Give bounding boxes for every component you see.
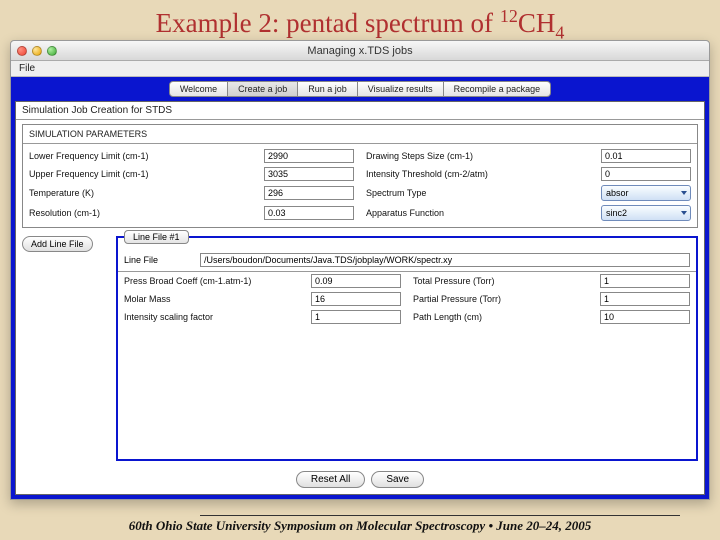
input-lower-freq[interactable]	[264, 149, 354, 163]
select-line-file-type[interactable]: Line File	[124, 255, 194, 265]
label-spectrum-type: Spectrum Type	[366, 188, 601, 198]
row-total-pressure: Total Pressure (Torr)	[407, 272, 696, 290]
row-step-size: Drawing Steps Size (cm-1)	[360, 147, 697, 165]
row-upper-freq: Upper Frequency Limit (cm-1)	[23, 165, 360, 183]
label-resolution: Resolution (cm-1)	[29, 208, 264, 218]
label-step-size: Drawing Steps Size (cm-1)	[366, 151, 601, 161]
label-apparatus-function: Apparatus Function	[366, 208, 601, 218]
menubar: File	[11, 61, 709, 77]
simulation-params-group: SIMULATION PARAMETERS Lower Frequency Li…	[22, 124, 698, 228]
menu-file[interactable]: File	[19, 63, 35, 74]
input-intensity-scaling[interactable]	[311, 310, 401, 324]
panel-heading: Simulation Job Creation for STDS	[16, 102, 704, 120]
footer-rule	[200, 515, 680, 516]
row-intensity-threshold: Intensity Threshold (cm-2/atm)	[360, 165, 697, 183]
tab-visualize[interactable]: Visualize results	[358, 81, 444, 97]
label-temperature: Temperature (K)	[29, 188, 264, 198]
row-molar-mass: Molar Mass	[118, 290, 407, 308]
input-molar-mass[interactable]	[311, 292, 401, 306]
tab-line-file-1[interactable]: Line File #1	[124, 230, 189, 244]
titlebar: Managing x.TDS jobs	[11, 41, 709, 61]
label-lower-freq: Lower Frequency Limit (cm-1)	[29, 151, 264, 161]
row-press-broad-coeff: Press Broad Coeff (cm-1.atm-1)	[118, 272, 407, 290]
tab-recompile[interactable]: Recompile a package	[444, 81, 552, 97]
label-intensity-threshold: Intensity Threshold (cm-2/atm)	[366, 169, 601, 179]
line-file-panel: Line File #1 Line File Press Broad Coeff…	[116, 236, 698, 461]
row-partial-pressure: Partial Pressure (Torr)	[407, 290, 696, 308]
input-step-size[interactable]	[601, 149, 691, 163]
row-spectrum-type: Spectrum Type absor	[360, 183, 697, 203]
input-intensity-threshold[interactable]	[601, 167, 691, 181]
input-press-broad-coeff[interactable]	[311, 274, 401, 288]
row-path-length: Path Length (cm)	[407, 308, 696, 326]
label-partial-pressure: Partial Pressure (Torr)	[413, 294, 600, 304]
input-resolution[interactable]	[264, 206, 354, 220]
input-total-pressure[interactable]	[600, 274, 690, 288]
reset-button[interactable]: Reset All	[296, 471, 365, 488]
app-window: Managing x.TDS jobs File Welcome Create …	[10, 40, 710, 500]
input-partial-pressure[interactable]	[600, 292, 690, 306]
line-file-sidebar: Add Line File	[22, 236, 112, 461]
tab-run-job[interactable]: Run a job	[298, 81, 358, 97]
tab-create-job[interactable]: Create a job	[228, 81, 298, 97]
window-title: Managing x.TDS jobs	[11, 45, 709, 57]
select-spectrum-type[interactable]: absor	[601, 185, 691, 201]
main-panel: Simulation Job Creation for STDS SIMULAT…	[15, 101, 705, 495]
input-temperature[interactable]	[264, 186, 354, 200]
row-resolution: Resolution (cm-1)	[23, 203, 360, 223]
label-press-broad-coeff: Press Broad Coeff (cm-1.atm-1)	[124, 276, 311, 286]
input-upper-freq[interactable]	[264, 167, 354, 181]
tab-welcome[interactable]: Welcome	[169, 81, 228, 97]
row-temperature: Temperature (K)	[23, 183, 360, 203]
label-intensity-scaling: Intensity scaling factor	[124, 312, 311, 322]
label-total-pressure: Total Pressure (Torr)	[413, 276, 600, 286]
slide-title: Example 2: pentad spectrum of 12CH4	[0, 0, 720, 45]
label-molar-mass: Molar Mass	[124, 294, 311, 304]
group-heading: SIMULATION PARAMETERS	[23, 127, 697, 144]
tabbar: Welcome Create a job Run a job Visualize…	[15, 81, 705, 97]
save-button[interactable]: Save	[371, 471, 424, 488]
add-line-file-button[interactable]: Add Line File	[22, 236, 93, 252]
slide-footer: 60th Ohio State University Symposium on …	[0, 518, 720, 534]
row-intensity-scaling: Intensity scaling factor	[118, 308, 407, 326]
action-buttons: Reset All Save	[16, 465, 704, 494]
label-path-length: Path Length (cm)	[413, 312, 600, 322]
label-upper-freq: Upper Frequency Limit (cm-1)	[29, 169, 264, 179]
select-apparatus-function[interactable]: sinc2	[601, 205, 691, 221]
input-line-file-path[interactable]	[200, 253, 690, 267]
input-path-length[interactable]	[600, 310, 690, 324]
row-apparatus-function: Apparatus Function sinc2	[360, 203, 697, 223]
row-lower-freq: Lower Frequency Limit (cm-1)	[23, 147, 360, 165]
content-area: Welcome Create a job Run a job Visualize…	[11, 77, 709, 499]
